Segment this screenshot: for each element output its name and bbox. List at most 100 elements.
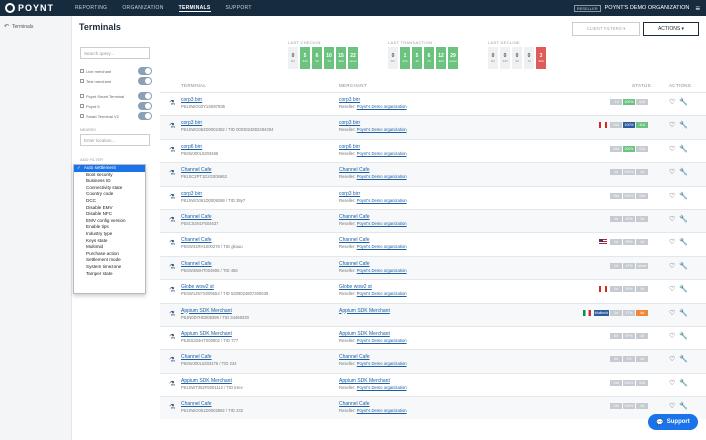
nav-organization[interactable]: ORGANIZATION: [122, 5, 163, 11]
merchant-link[interactable]: corp3 birr: [339, 120, 360, 126]
filter-option[interactable]: System timezone: [74, 264, 145, 271]
filter-option[interactable]: Boot security: [74, 172, 145, 179]
merchant-link[interactable]: Appium SDK Merchant: [339, 308, 390, 314]
table-row[interactable]: ⚗ Channel Cafe P5SW368HT004906 / TID 456 Ch…: [160, 255, 706, 280]
heartbeat-icon[interactable]: ♡: [669, 309, 675, 317]
toggle-test-merchant[interactable]: Test merchant: [80, 77, 152, 85]
metric-cell[interactable]: 0 24h: [500, 47, 510, 69]
toggle-smart-terminal-v2[interactable]: Smart Terminal V2: [80, 112, 152, 120]
heartbeat-icon[interactable]: ♡: [669, 192, 675, 200]
reseller-link[interactable]: Poynt's Demo organization: [357, 268, 407, 273]
reseller-link[interactable]: Poynt's Demo organization: [357, 198, 407, 203]
metric-cell[interactable]: 0 1hr: [488, 47, 498, 69]
support-button[interactable]: 💬 Support: [648, 414, 698, 430]
heartbeat-icon[interactable]: ♡: [669, 285, 675, 293]
heartbeat-icon[interactable]: ♡: [669, 215, 675, 223]
filter-option[interactable]: Industry type: [74, 231, 145, 238]
filter-option[interactable]: Connectivity state: [74, 185, 145, 192]
add-filter-dropdown[interactable]: ✓ Auto settlement Boot security Business ID…: [73, 164, 146, 294]
terminal-link[interactable]: Appium SDK Merchant: [181, 308, 232, 314]
nav-support[interactable]: SUPPORT: [226, 5, 252, 11]
metric-cell[interactable]: 10 7d: [324, 47, 334, 69]
filter-option[interactable]: Settlement mode: [74, 257, 145, 264]
filter-option[interactable]: DCC: [74, 198, 145, 205]
metric-cell[interactable]: 6 7d: [424, 47, 434, 69]
filter-option[interactable]: Disable NFC: [74, 211, 145, 218]
filter-option[interactable]: Keys state: [74, 238, 145, 245]
reseller-link[interactable]: Poynt's Demo organization: [357, 221, 407, 226]
toggle-smart-terminal[interactable]: Poynt Smart Terminal: [80, 92, 152, 100]
reseller-link[interactable]: Poynt's Demo organization: [357, 127, 407, 132]
terminal-link[interactable]: corp3 birr: [181, 120, 202, 126]
table-row[interactable]: ⚗ Channel Cafe P6SWJ00L5303476 / TID 234 Ch…: [160, 349, 706, 373]
metric-cell[interactable]: 0 1hr: [288, 47, 298, 69]
reseller-link[interactable]: Poynt's Demo organization: [357, 385, 407, 390]
wrench-icon[interactable]: 🔧: [679, 355, 688, 363]
hamburger-icon[interactable]: ≡: [695, 4, 700, 13]
terminal-link[interactable]: corp3 birr: [181, 191, 202, 197]
filter-option[interactable]: EMV config version: [74, 218, 145, 225]
merchant-link[interactable]: corp3 birr: [339, 191, 360, 197]
actions-button[interactable]: ACTIONS ▾: [643, 22, 699, 36]
terminal-link[interactable]: Channel Cafe: [181, 261, 212, 267]
filter-option[interactable]: Enable tips: [74, 224, 145, 231]
heartbeat-icon[interactable]: ♡: [669, 332, 675, 340]
filter-option[interactable]: Multimid: [74, 244, 145, 251]
wrench-icon[interactable]: 🔧: [679, 215, 688, 223]
heartbeat-icon[interactable]: ♡: [669, 168, 675, 176]
table-row[interactable]: ⚗ Appium SDK Merchant P61SWT352F5001112 / …: [160, 372, 706, 396]
terminal-link[interactable]: Appium SDK Merchant: [181, 331, 232, 337]
reseller-link[interactable]: Poynt's Demo organization: [357, 361, 407, 366]
poynt-logo[interactable]: POYNT: [5, 3, 75, 13]
metric-cell[interactable]: 12 30d: [436, 47, 446, 69]
client-filters-button[interactable]: CLIENT FILTERS ▾: [572, 22, 640, 36]
reseller-link[interactable]: Poynt's Demo organization: [357, 338, 407, 343]
table-row[interactable]: ⚗ Channel Cafe P5SW31RH1000278 / TID gkouu…: [160, 232, 706, 255]
merchant-link[interactable]: Channel Cafe: [339, 167, 370, 173]
filter-option[interactable]: Country code: [74, 191, 145, 198]
table-row[interactable]: ⚗ corp6 birr P6SWJ00L5303465 corp6 birr Rese…: [160, 138, 706, 162]
metric-cell[interactable]: 5 24h: [300, 47, 310, 69]
terminal-link[interactable]: Channel Cafe: [181, 354, 212, 360]
filter-option[interactable]: Business ID: [74, 178, 145, 185]
filter-option[interactable]: Disable EMV: [74, 205, 145, 212]
wrench-icon[interactable]: 🔧: [679, 379, 688, 387]
metric-cell[interactable]: 22 never: [348, 47, 358, 69]
wrench-icon[interactable]: 🔧: [679, 402, 688, 410]
table-row[interactable]: ⚗ corp3 birr P61SWG062D0002482 / TID 00030…: [160, 115, 706, 139]
terminal-link[interactable]: Channel Cafe: [181, 237, 212, 243]
table-row[interactable]: ⚗ Globe wow2 st P5SW12N7X005553 / TID 5308…: [160, 279, 706, 302]
wrench-icon[interactable]: 🔧: [679, 98, 688, 106]
filter-option[interactable]: Tamper state: [74, 271, 145, 278]
metric-cell[interactable]: 0 7d: [524, 47, 534, 69]
heartbeat-icon[interactable]: ♡: [669, 121, 675, 129]
col-merchant[interactable]: MERCHANT: [339, 83, 367, 88]
heartbeat-icon[interactable]: ♡: [669, 379, 675, 387]
table-row[interactable]: ⚗ Channel Cafe P5SC53N1F504637 Channel Cafe…: [160, 208, 706, 233]
reseller-link[interactable]: Poynt's Demo organization: [357, 174, 407, 179]
location-input[interactable]: Enter location...: [80, 134, 150, 146]
reseller-link[interactable]: Poynt's Demo organization: [357, 151, 407, 156]
metric-cell[interactable]: 0 3d: [512, 47, 522, 69]
reseller-link[interactable]: Poynt's Demo organization: [357, 408, 407, 413]
table-row[interactable]: ⚗ Channel Cafe P61SWG061D0002892 / TID 232…: [160, 396, 706, 420]
nav-reporting[interactable]: REPORTING: [75, 5, 107, 11]
wrench-icon[interactable]: 🔧: [679, 145, 688, 153]
wrench-icon[interactable]: 🔧: [679, 168, 688, 176]
terminal-link[interactable]: corp3 birr: [181, 97, 202, 103]
heartbeat-icon[interactable]: ♡: [669, 355, 675, 363]
merchant-link[interactable]: Channel Cafe: [339, 401, 370, 407]
reseller-link[interactable]: Poynt's Demo organization: [357, 104, 407, 109]
metric-cell[interactable]: 6 3d: [312, 47, 322, 69]
terminal-link[interactable]: Appium SDK Merchant: [181, 378, 232, 384]
reseller-link[interactable]: Poynt's Demo organization: [357, 291, 407, 296]
merchant-link[interactable]: Channel Cafe: [339, 214, 370, 220]
merchant-link[interactable]: Channel Cafe: [339, 237, 370, 243]
wrench-icon[interactable]: 🔧: [679, 332, 688, 340]
heartbeat-icon[interactable]: ♡: [669, 145, 675, 153]
search-input[interactable]: Search query...: [80, 47, 150, 59]
metric-cell[interactable]: 15 30d: [336, 47, 346, 69]
wrench-icon[interactable]: 🔧: [679, 262, 688, 270]
metric-cell[interactable]: 29 never: [448, 47, 458, 69]
terminal-link[interactable]: Channel Cafe: [181, 214, 212, 220]
